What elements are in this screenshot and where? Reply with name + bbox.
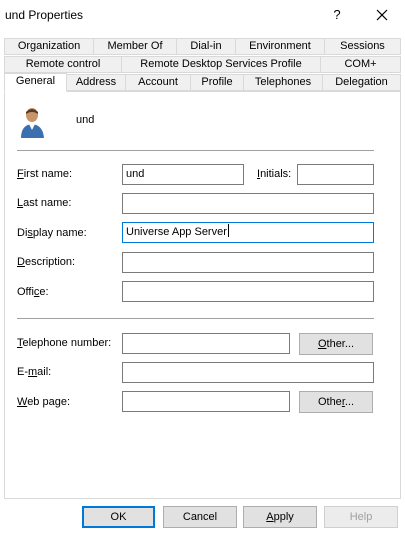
telephone-other-button[interactable]: Other... xyxy=(299,333,373,355)
description-field[interactable] xyxy=(122,252,374,273)
telephone-number-field[interactable] xyxy=(122,333,290,354)
tab-remote-desktop-services-profile[interactable]: Remote Desktop Services Profile xyxy=(121,56,321,73)
tab-telephones[interactable]: Telephones xyxy=(243,74,323,91)
first-name-label: First name: xyxy=(17,168,73,180)
tab-profile[interactable]: Profile xyxy=(190,74,244,91)
tab-member-of[interactable]: Member Of xyxy=(93,38,177,55)
display-name-label: Display name: xyxy=(17,227,87,239)
tab-environment[interactable]: Environment xyxy=(235,38,325,55)
user-name: und xyxy=(76,114,95,126)
telephone-number-label: Telephone number: xyxy=(17,337,112,349)
window-title: und Properties xyxy=(5,8,84,22)
tab-address[interactable]: Address xyxy=(66,74,126,91)
close-button[interactable] xyxy=(366,4,398,26)
web-page-field[interactable] xyxy=(122,391,290,412)
email-label: E-mail: xyxy=(17,366,52,378)
web-page-label: Web page: xyxy=(17,396,71,408)
tab-general[interactable]: General xyxy=(4,73,67,92)
display-name-field[interactable]: Universe App Server xyxy=(122,222,374,243)
tab-com-plus[interactable]: COM+ xyxy=(320,56,401,73)
tab-dial-in[interactable]: Dial-in xyxy=(176,38,236,55)
cancel-button[interactable]: Cancel xyxy=(163,506,237,528)
description-label: Description: xyxy=(17,256,76,268)
user-icon xyxy=(21,108,44,138)
initials-field[interactable] xyxy=(297,164,374,185)
close-icon xyxy=(376,9,388,21)
last-name-field[interactable] xyxy=(122,193,374,214)
separator xyxy=(17,150,374,151)
office-field[interactable] xyxy=(122,281,374,302)
tab-remote-control[interactable]: Remote control xyxy=(4,56,122,73)
help-button[interactable]: Help xyxy=(324,506,398,528)
web-page-other-button[interactable]: Other... xyxy=(299,391,373,413)
display-name-value: Universe App Server xyxy=(126,226,227,238)
first-name-field[interactable]: und xyxy=(122,164,244,185)
tab-organization[interactable]: Organization xyxy=(4,38,94,55)
office-label: Office: xyxy=(17,286,49,298)
ok-button[interactable]: OK xyxy=(82,506,155,528)
title-bar: und Properties ? xyxy=(0,0,405,30)
help-icon[interactable]: ? xyxy=(322,4,352,26)
apply-button[interactable]: Apply xyxy=(243,506,317,528)
tab-account[interactable]: Account xyxy=(125,74,191,91)
last-name-label: Last name: xyxy=(17,197,72,209)
initials-label: Initials: xyxy=(257,168,292,180)
text-caret xyxy=(227,224,229,237)
separator xyxy=(17,318,374,319)
tab-delegation[interactable]: Delegation xyxy=(322,74,401,91)
email-field[interactable] xyxy=(122,362,374,383)
tab-sessions[interactable]: Sessions xyxy=(324,38,401,55)
